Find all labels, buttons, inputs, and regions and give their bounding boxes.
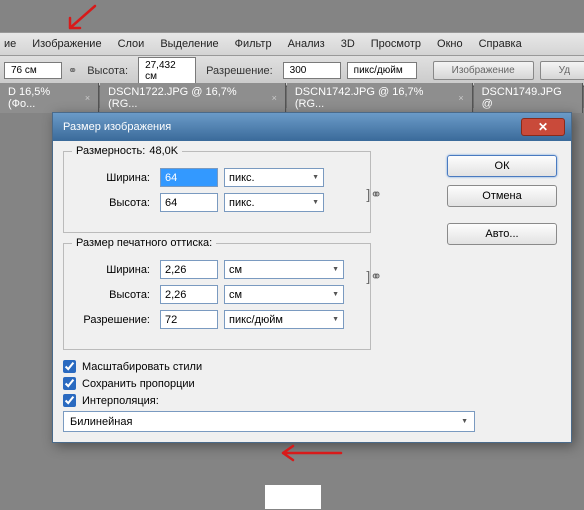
auto-button[interactable]: Авто... — [447, 223, 557, 245]
tab-doc-2[interactable]: DSCN1742.JPG @ 16,7% (RG...× — [287, 83, 473, 113]
document-tabs: D 16,5% (Фо...× DSCN1722.JPG @ 16,7% (RG… — [0, 86, 584, 108]
constrain-link-icon: ]⚭ — [366, 268, 382, 285]
scale-styles-checkbox[interactable]: Масштабировать стили — [63, 360, 561, 373]
print-width-input[interactable] — [160, 260, 218, 279]
constrain-link-icon: ]⚭ — [366, 186, 382, 203]
unit-select[interactable]: пикс/дюйм — [347, 62, 417, 79]
height-value[interactable]: 27,432 см — [138, 57, 196, 85]
dimensions-label: Размерность: — [76, 145, 145, 157]
annotation-arrow-top — [60, 2, 100, 37]
tab-doc-3[interactable]: DSCN1749.JPG @ — [474, 83, 583, 113]
print-height-label: Высота: — [76, 289, 154, 301]
menu-item-help[interactable]: Справка — [471, 34, 530, 54]
height-unit-select[interactable]: пикс. — [224, 193, 324, 212]
resolution-value[interactable]: 300 — [283, 62, 341, 79]
height-label: Высота: — [83, 65, 132, 77]
tab-doc-0[interactable]: D 16,5% (Фо...× — [0, 83, 99, 113]
constrain-proportions-checkbox[interactable]: Сохранить пропорции — [63, 377, 561, 390]
width-label: Ширина: — [76, 172, 154, 184]
dialog-title: Размер изображения — [63, 121, 171, 133]
menu-item-filter[interactable]: Фильтр — [227, 34, 280, 54]
close-icon[interactable]: × — [272, 93, 277, 103]
print-size-label: Размер печатного оттиска: — [72, 237, 216, 249]
interpolation-select[interactable]: Билинейная — [63, 411, 475, 432]
menu-item-edit-partial[interactable]: ие — [4, 34, 24, 54]
menu-item-3d[interactable]: 3D — [333, 34, 363, 54]
pixel-dimensions-group: Размерность:48,0K Ширина: пикс. Высота: … — [63, 151, 371, 233]
ok-button[interactable]: ОК — [447, 155, 557, 177]
image-size-dialog: Размер изображения ✕ ОК Отмена Авто... Р… — [52, 112, 572, 443]
cancel-button[interactable]: Отмена — [447, 185, 557, 207]
print-res-input[interactable] — [160, 310, 218, 329]
menu-item-view[interactable]: Просмотр — [363, 34, 429, 54]
image-button[interactable]: Изображение — [433, 61, 534, 80]
menu-item-window[interactable]: Окно — [429, 34, 471, 54]
print-res-unit-select[interactable]: пикс/дюйм — [224, 310, 344, 329]
annotation-arrow-proportions — [275, 441, 345, 468]
menu-item-image[interactable]: Изображение — [24, 34, 109, 54]
tab-doc-1[interactable]: DSCN1722.JPG @ 16,7% (RG...× — [100, 83, 286, 113]
link-icon[interactable]: ⚭ — [68, 64, 77, 77]
close-icon[interactable]: × — [458, 93, 463, 103]
print-width-label: Ширина: — [76, 264, 154, 276]
white-box — [265, 485, 321, 509]
print-height-input[interactable] — [160, 285, 218, 304]
menu-item-select[interactable]: Выделение — [152, 34, 226, 54]
resolution-label: Разрешение: — [202, 65, 277, 77]
dialog-titlebar[interactable]: Размер изображения ✕ — [53, 113, 571, 141]
width-unit-select[interactable]: пикс. — [224, 168, 324, 187]
print-width-unit-select[interactable]: см — [224, 260, 344, 279]
height-label: Высота: — [76, 197, 154, 209]
options-bar: 76 см ⚭ Высота: 27,432 см Разрешение: 30… — [0, 56, 584, 86]
dimensions-size: 48,0K — [149, 145, 178, 157]
height-input[interactable] — [160, 193, 218, 212]
width-value[interactable]: 76 см — [4, 62, 62, 79]
undo-button[interactable]: Уд — [540, 61, 584, 80]
width-input[interactable] — [160, 168, 218, 187]
print-res-label: Разрешение: — [76, 314, 154, 326]
interpolation-checkbox[interactable]: Интерполяция: — [63, 394, 561, 407]
print-size-group: Размер печатного оттиска: Ширина: см Выс… — [63, 243, 371, 350]
close-button[interactable]: ✕ — [521, 118, 565, 136]
close-icon[interactable]: × — [85, 93, 90, 103]
menu-item-analysis[interactable]: Анализ — [280, 34, 333, 54]
print-height-unit-select[interactable]: см — [224, 285, 344, 304]
menu-item-layers[interactable]: Слои — [110, 34, 153, 54]
